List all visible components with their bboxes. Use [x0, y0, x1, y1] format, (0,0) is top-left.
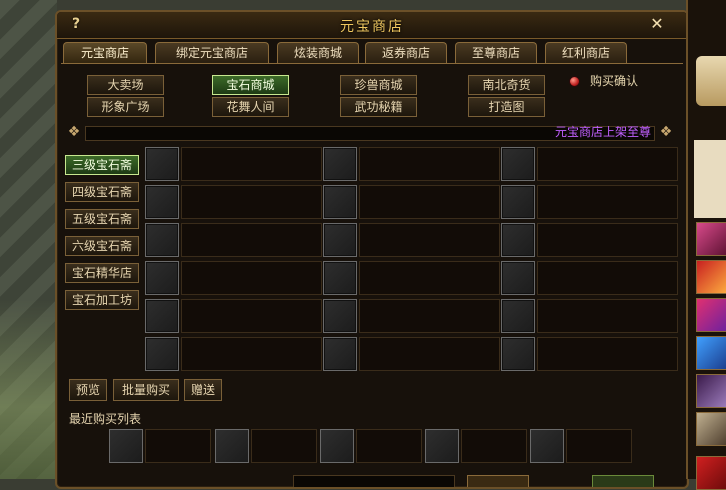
side-item-slot[interactable]: [696, 412, 726, 446]
buy-confirm-label: 购买确认: [590, 74, 639, 88]
item-slot[interactable]: [323, 147, 357, 181]
item-description[interactable]: [537, 299, 678, 333]
subcat-level5-gems[interactable]: 五级宝石斋: [65, 209, 139, 229]
background-glow: [0, 300, 57, 479]
knot-icon: ❖: [659, 124, 673, 140]
recent-item-description: [251, 429, 317, 463]
item-description[interactable]: [359, 337, 500, 371]
preview-button[interactable]: 预览: [69, 379, 107, 401]
item-slot[interactable]: [145, 337, 179, 371]
recent-item-description: [356, 429, 422, 463]
item-slot[interactable]: [323, 337, 357, 371]
item-description[interactable]: [537, 223, 678, 257]
category-da-mai-chang[interactable]: 大卖场: [87, 75, 164, 95]
scroll-icon: [696, 56, 726, 106]
recent-item-slot[interactable]: [425, 429, 459, 463]
category-image-plaza[interactable]: 形象广场: [87, 97, 164, 117]
item-slot[interactable]: [145, 299, 179, 333]
title-bar[interactable]: ? 元宝商店 ✕: [57, 12, 687, 39]
item-description[interactable]: [537, 185, 678, 219]
tab-bound-yuanbao-shop[interactable]: 绑定元宝商店: [155, 42, 269, 63]
bottom-strip: [57, 472, 687, 487]
side-item-slot[interactable]: [696, 336, 726, 370]
item-slot[interactable]: [145, 223, 179, 257]
item-slot[interactable]: [323, 261, 357, 295]
category-rare-goods[interactable]: 南北奇货: [468, 75, 545, 95]
recent-purchases-title: 最近购买列表: [69, 412, 142, 426]
announcement-text: 元宝商店上架至尊: [554, 125, 651, 139]
category-crafting-plans[interactable]: 打造图: [468, 97, 545, 117]
item-description[interactable]: [181, 337, 322, 371]
bottom-button[interactable]: [592, 475, 654, 487]
buy-confirm-toggle[interactable]: 购买确认: [569, 72, 638, 88]
item-description[interactable]: [181, 223, 322, 257]
item-description[interactable]: [181, 185, 322, 219]
side-item-slot[interactable]: [696, 222, 726, 256]
item-slot[interactable]: [501, 185, 535, 219]
gift-button[interactable]: 赠送: [184, 379, 222, 401]
recent-item-description: [461, 429, 527, 463]
item-slot[interactable]: [145, 261, 179, 295]
item-description[interactable]: [359, 299, 500, 333]
side-item-slot[interactable]: [696, 260, 726, 294]
item-description[interactable]: [359, 147, 500, 181]
tab-yuanbao-shop[interactable]: 元宝商店: [63, 42, 147, 63]
subcat-gem-essence[interactable]: 宝石精华店: [65, 263, 139, 283]
window-title: 元宝商店: [340, 19, 404, 35]
tab-bonus-shop[interactable]: 红利商店: [545, 42, 627, 63]
item-description[interactable]: [181, 299, 322, 333]
category-pet-mall[interactable]: 珍兽商城: [340, 75, 417, 95]
subcat-level6-gems[interactable]: 六级宝石斋: [65, 236, 139, 256]
knot-icon: ❖: [67, 124, 81, 140]
background-left: [0, 0, 57, 479]
right-side-panel: [686, 0, 726, 490]
tab-supreme-shop[interactable]: 至尊商店: [455, 42, 537, 63]
announcement-bar: ❖ ❖ 元宝商店上架至尊: [65, 123, 675, 141]
tab-coupon-shop[interactable]: 返券商店: [365, 42, 447, 63]
recent-item-slot[interactable]: [530, 429, 564, 463]
item-description[interactable]: [537, 261, 678, 295]
item-slot[interactable]: [501, 261, 535, 295]
item-slot[interactable]: [501, 147, 535, 181]
bottom-input-field[interactable]: [293, 475, 455, 487]
item-slot[interactable]: [501, 337, 535, 371]
side-item-slot[interactable]: [696, 456, 726, 490]
item-description[interactable]: [181, 147, 322, 181]
item-slot[interactable]: [501, 299, 535, 333]
item-description[interactable]: [359, 223, 500, 257]
close-icon[interactable]: ✕: [647, 14, 667, 34]
recent-item-slot[interactable]: [109, 429, 143, 463]
shop-window: ? 元宝商店 ✕ 元宝商店 绑定元宝商店 炫装商城 返券商店 至尊商店 红利商店…: [55, 10, 689, 489]
recent-item-slot[interactable]: [215, 429, 249, 463]
subcat-level3-gems[interactable]: 三级宝石斋: [65, 155, 139, 175]
item-slot[interactable]: [145, 185, 179, 219]
subcat-gem-workshop[interactable]: 宝石加工坊: [65, 290, 139, 310]
recent-item-description: [145, 429, 211, 463]
tab-divider: [61, 63, 683, 64]
item-slot[interactable]: [323, 185, 357, 219]
bottom-button[interactable]: [467, 475, 529, 487]
item-slot[interactable]: [323, 223, 357, 257]
tab-fashion-mall[interactable]: 炫装商城: [277, 42, 359, 63]
item-slot[interactable]: [145, 147, 179, 181]
item-description[interactable]: [181, 261, 322, 295]
category-martial-books[interactable]: 武功秘籍: [340, 97, 417, 117]
item-slot[interactable]: [323, 299, 357, 333]
item-description[interactable]: [359, 261, 500, 295]
bulk-buy-button[interactable]: 批量购买: [113, 379, 179, 401]
item-slot[interactable]: [501, 223, 535, 257]
radio-icon[interactable]: [569, 76, 580, 87]
item-description[interactable]: [359, 185, 500, 219]
item-description[interactable]: [537, 147, 678, 181]
item-description[interactable]: [537, 337, 678, 371]
recent-item-slot[interactable]: [320, 429, 354, 463]
side-item-slot[interactable]: [696, 374, 726, 408]
category-flower-dance[interactable]: 花舞人间: [212, 97, 289, 117]
side-item-slot[interactable]: [696, 298, 726, 332]
recent-item-description: [566, 429, 632, 463]
side-info-box: [694, 140, 726, 218]
category-gem-mall[interactable]: 宝石商城: [212, 75, 289, 95]
subcat-level4-gems[interactable]: 四级宝石斋: [65, 182, 139, 202]
